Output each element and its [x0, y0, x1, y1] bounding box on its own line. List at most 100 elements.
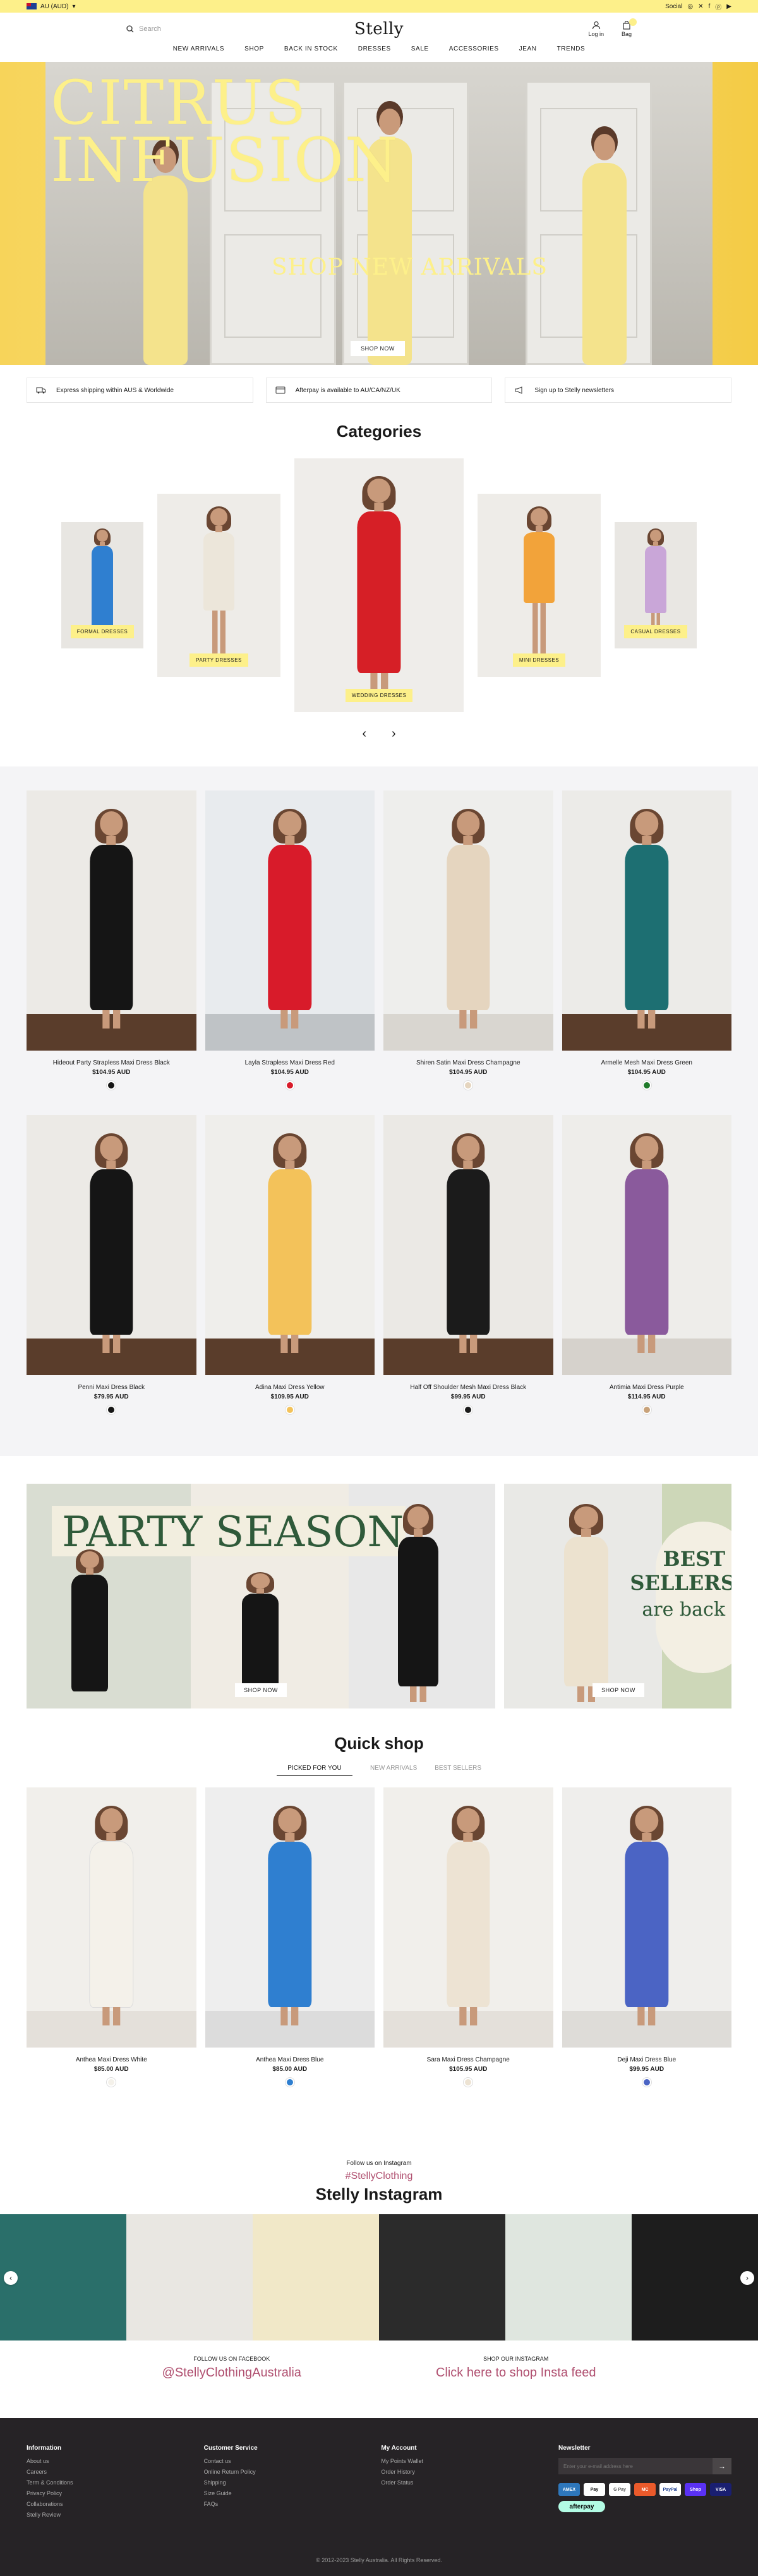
- newsletter-submit-button[interactable]: →: [713, 2458, 731, 2474]
- best-sellers-banner[interactable]: BEST SELLERS are back SHOP NOW: [504, 1484, 731, 1708]
- color-swatch[interactable]: [642, 1081, 651, 1090]
- footer-link[interactable]: My Points Wallet: [381, 2458, 533, 2464]
- instagram-post[interactable]: [505, 2214, 632, 2340]
- youtube-icon[interactable]: ▶: [726, 3, 731, 10]
- nav-item-shop[interactable]: SHOP: [244, 45, 264, 62]
- tab-new-arrivals[interactable]: NEW ARRIVALS: [370, 1765, 417, 1776]
- footer-link[interactable]: Stelly Review: [27, 2512, 179, 2518]
- product-name[interactable]: Anthea Maxi Dress White: [27, 2056, 196, 2063]
- best-sellers-shop-now-button[interactable]: SHOP NOW: [593, 1683, 644, 1697]
- category-card-party[interactable]: PARTY DRESSES: [157, 494, 280, 677]
- hero-shop-now-button[interactable]: SHOP NOW: [351, 341, 405, 356]
- usp-item-newsletter[interactable]: Sign up to Stelly newsletters: [505, 378, 732, 403]
- product-image[interactable]: [562, 1787, 731, 2048]
- footer-link[interactable]: Size Guide: [204, 2490, 356, 2496]
- footer-link[interactable]: FAQs: [204, 2501, 356, 2507]
- product-card[interactable]: Anthea Maxi Dress White $85.00 AUD: [27, 1787, 196, 2087]
- product-card[interactable]: Hideout Party Strapless Maxi Dress Black…: [27, 790, 196, 1090]
- nav-item-back-in-stock[interactable]: BACK IN STOCK: [284, 45, 338, 62]
- nav-item-jean[interactable]: JEAN: [519, 45, 537, 62]
- currency-selector[interactable]: AU (AUD) ▾: [27, 3, 75, 10]
- footer-link[interactable]: Contact us: [204, 2458, 356, 2464]
- product-image[interactable]: [205, 1115, 375, 1375]
- product-image[interactable]: [562, 790, 731, 1051]
- product-image[interactable]: [27, 1787, 196, 2048]
- chevron-left-icon[interactable]: ‹: [4, 2271, 18, 2285]
- party-season-shop-now-button[interactable]: SHOP NOW: [235, 1683, 287, 1697]
- product-name[interactable]: Hideout Party Strapless Maxi Dress Black: [27, 1059, 196, 1066]
- party-season-banner[interactable]: PARTY SEASON SHOP NOW: [27, 1484, 495, 1708]
- product-card[interactable]: Penni Maxi Dress Black $79.95 AUD: [27, 1115, 196, 1414]
- color-swatch[interactable]: [107, 2078, 116, 2087]
- product-name[interactable]: Adina Maxi Dress Yellow: [205, 1384, 375, 1391]
- product-name[interactable]: Shiren Satin Maxi Dress Champagne: [383, 1059, 553, 1066]
- chevron-right-icon[interactable]: ›: [740, 2271, 754, 2285]
- product-card[interactable]: Anthea Maxi Dress Blue $85.00 AUD: [205, 1787, 375, 2087]
- category-card-wedding[interactable]: WEDDING DRESSES: [294, 458, 464, 712]
- footer-link[interactable]: Privacy Policy: [27, 2490, 179, 2496]
- footer-link[interactable]: Careers: [27, 2469, 179, 2475]
- bag-button[interactable]: Bag: [622, 18, 637, 37]
- login-button[interactable]: Log in: [588, 21, 604, 37]
- twitter-icon[interactable]: ✕: [698, 3, 703, 10]
- instagram-post[interactable]: [0, 2214, 126, 2340]
- product-image[interactable]: [27, 1115, 196, 1375]
- footer-link[interactable]: Collaborations: [27, 2501, 179, 2507]
- color-swatch[interactable]: [464, 1405, 473, 1414]
- color-swatch[interactable]: [107, 1405, 116, 1414]
- product-image[interactable]: [205, 1787, 375, 2048]
- color-swatch[interactable]: [642, 2078, 651, 2087]
- instagram-hashtag[interactable]: #StellyClothing: [0, 2171, 758, 2182]
- tab-picked-for-you[interactable]: PICKED FOR YOU: [276, 1765, 352, 1776]
- product-name[interactable]: Anthea Maxi Dress Blue: [205, 2056, 375, 2063]
- chevron-left-icon[interactable]: ‹: [362, 727, 366, 741]
- color-swatch[interactable]: [464, 1081, 473, 1090]
- product-image[interactable]: [562, 1115, 731, 1375]
- search-box[interactable]: Search: [126, 25, 354, 33]
- product-image[interactable]: [383, 790, 553, 1051]
- product-card[interactable]: Armelle Mesh Maxi Dress Green $104.95 AU…: [562, 790, 732, 1090]
- pinterest-icon[interactable]: ⓟ: [715, 2, 721, 11]
- footer-link[interactable]: Term & Conditions: [27, 2479, 179, 2486]
- color-swatch[interactable]: [464, 2078, 473, 2087]
- tab-best-sellers[interactable]: BEST SELLERS: [435, 1765, 481, 1776]
- hero-banner[interactable]: CITRUS INFUSION SHOP NEW ARRIVALS SHOP N…: [0, 62, 758, 365]
- category-card-formal[interactable]: FORMAL DRESSES: [61, 522, 143, 648]
- color-swatch[interactable]: [285, 1081, 294, 1090]
- product-image[interactable]: [205, 790, 375, 1051]
- insta-shop-link[interactable]: Click here to shop Insta feed: [436, 2366, 596, 2380]
- nav-item-accessories[interactable]: ACCESSORIES: [449, 45, 499, 62]
- product-name[interactable]: Antimia Maxi Dress Purple: [562, 1384, 732, 1391]
- facebook-icon[interactable]: f: [709, 3, 711, 10]
- product-card[interactable]: Shiren Satin Maxi Dress Champagne $104.9…: [383, 790, 553, 1090]
- instagram-post[interactable]: [632, 2214, 758, 2340]
- instagram-icon[interactable]: ◎: [687, 3, 693, 10]
- newsletter-email-input[interactable]: [558, 2458, 713, 2474]
- footer-link[interactable]: Online Return Policy: [204, 2469, 356, 2475]
- instagram-post[interactable]: [126, 2214, 253, 2340]
- footer-link[interactable]: Order History: [381, 2469, 533, 2475]
- category-card-casual[interactable]: CASUAL DRESSES: [615, 522, 697, 648]
- footer-link[interactable]: About us: [27, 2458, 179, 2464]
- nav-item-sale[interactable]: SALE: [411, 45, 429, 62]
- facebook-link[interactable]: @StellyClothingAustralia: [162, 2366, 301, 2380]
- color-swatch[interactable]: [285, 2078, 294, 2087]
- product-name[interactable]: Layla Strapless Maxi Dress Red: [205, 1059, 375, 1066]
- product-card[interactable]: Half Off Shoulder Mesh Maxi Dress Black …: [383, 1115, 553, 1414]
- instagram-post[interactable]: [379, 2214, 505, 2340]
- color-swatch[interactable]: [107, 1081, 116, 1090]
- product-card[interactable]: Sara Maxi Dress Champagne $105.95 AUD: [383, 1787, 553, 2087]
- product-name[interactable]: Sara Maxi Dress Champagne: [383, 2056, 553, 2063]
- chevron-right-icon[interactable]: ›: [392, 727, 396, 741]
- product-name[interactable]: Deji Maxi Dress Blue: [562, 2056, 732, 2063]
- product-name[interactable]: Half Off Shoulder Mesh Maxi Dress Black: [383, 1384, 553, 1391]
- product-image[interactable]: [383, 1787, 553, 2048]
- nav-item-new-arrivals[interactable]: NEW ARRIVALS: [173, 45, 224, 62]
- product-name[interactable]: Penni Maxi Dress Black: [27, 1384, 196, 1391]
- category-card-mini[interactable]: MINI DRESSES: [478, 494, 601, 677]
- footer-link[interactable]: Shipping: [204, 2479, 356, 2486]
- product-image[interactable]: [27, 790, 196, 1051]
- product-name[interactable]: Armelle Mesh Maxi Dress Green: [562, 1059, 732, 1066]
- product-card[interactable]: Adina Maxi Dress Yellow $109.95 AUD: [205, 1115, 375, 1414]
- product-card[interactable]: Antimia Maxi Dress Purple $114.95 AUD: [562, 1115, 732, 1414]
